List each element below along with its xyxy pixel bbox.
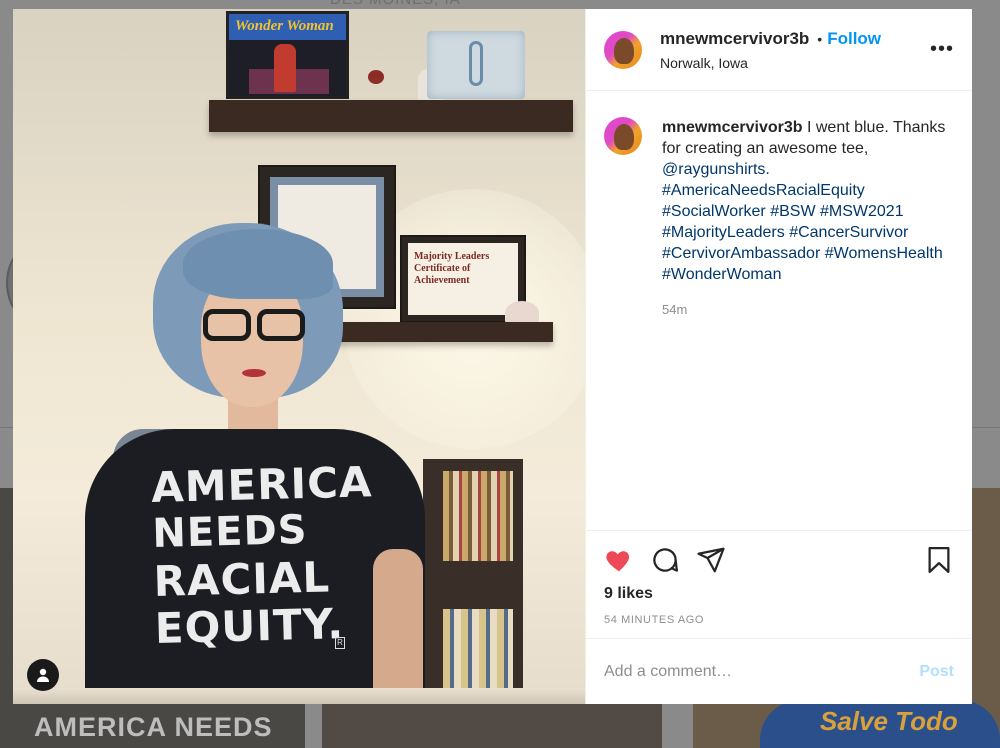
likes-count[interactable]: 9 likes [604, 585, 653, 603]
ribbon-plaque [427, 31, 525, 99]
hashtag-link[interactable]: #SocialWorker [662, 203, 766, 220]
shirt-slogan: AMERICA NEEDS RACIAL EQUITY. [150, 457, 386, 653]
shirt-line: NEEDS [151, 506, 309, 558]
hashtag-link[interactable]: #AmericaNeedsRacialEquity [662, 182, 865, 199]
mention-link[interactable]: @raygunshirts. [662, 161, 770, 178]
shirt-line: AMERICA [150, 457, 374, 513]
hashtag-link[interactable]: #WonderWoman [662, 266, 781, 283]
caption: mnewmcervivor3b I went blue. Thanks for … [662, 117, 954, 530]
avatar[interactable] [604, 117, 642, 155]
location-link[interactable]: Norwalk, Iowa [660, 55, 881, 71]
post-comment-button[interactable]: Post [919, 663, 954, 681]
caption-username[interactable]: mnewmcervivor3b [662, 119, 803, 136]
certificate-text: Majority Leaders Certificate of Achievem… [414, 251, 490, 286]
comment-bar: Post [586, 638, 972, 704]
person-lips [242, 369, 266, 377]
hashtag-link[interactable]: #WomensHealth [825, 245, 943, 262]
user-tag-icon[interactable] [27, 659, 59, 691]
separator-dot: • [817, 30, 823, 47]
books [443, 471, 513, 561]
share-icon[interactable] [696, 545, 726, 575]
heart-icon[interactable] [604, 545, 634, 575]
more-options-icon[interactable]: ••• [930, 39, 954, 59]
bird-figurine [368, 70, 384, 84]
follow-button[interactable]: Follow [827, 29, 881, 49]
post-header: mnewmcervivor3b • Follow Norwalk, Iowa •… [586, 9, 972, 91]
comment-input[interactable] [604, 662, 920, 681]
person-hair-fringe [183, 229, 333, 299]
background-location-text: DES MOINES, IA [330, 0, 461, 8]
background-tile-text: AMERICA NEEDS [34, 712, 273, 742]
post-actions: 9 likes 54 MINUTES AGO [586, 530, 972, 638]
avatar[interactable] [604, 30, 642, 69]
background-tile-text: Salve Todo [820, 706, 958, 736]
post-details-panel: mnewmcervivor3b • Follow Norwalk, Iowa •… [585, 9, 972, 704]
header-username[interactable]: mnewmcervivor3b [660, 29, 809, 49]
person-glasses [199, 309, 309, 343]
shirt-line: EQUITY. [154, 599, 345, 653]
hashtag-link[interactable]: #CancerSurvivor [789, 224, 908, 241]
post-modal: Wonder Woman Majority Leaders Certificat… [13, 9, 972, 704]
frame-title: Wonder Woman [235, 18, 334, 34]
hashtag-link[interactable]: #CervivorAmbassador [662, 245, 820, 262]
registered-mark: R [335, 637, 345, 649]
hashtag-link[interactable]: #MajorityLeaders [662, 224, 785, 241]
bookmark-icon[interactable] [924, 545, 954, 575]
hashtag-link[interactable]: #BSW [770, 203, 815, 220]
comment-icon[interactable] [650, 545, 680, 575]
caption-area: mnewmcervivor3b I went blue. Thanks for … [586, 91, 972, 530]
wall-shelf [331, 322, 553, 342]
shirt-line: RACIAL [153, 552, 331, 606]
post-timestamp[interactable]: 54 MINUTES AGO [604, 614, 704, 626]
caption-time[interactable]: 54m [662, 299, 954, 320]
wall-shelf [209, 100, 573, 132]
hashtag-link[interactable]: #MSW2021 [820, 203, 904, 220]
wonder-woman-frame: Wonder Woman [226, 11, 349, 99]
post-photo[interactable]: Wonder Woman Majority Leaders Certificat… [13, 9, 585, 704]
